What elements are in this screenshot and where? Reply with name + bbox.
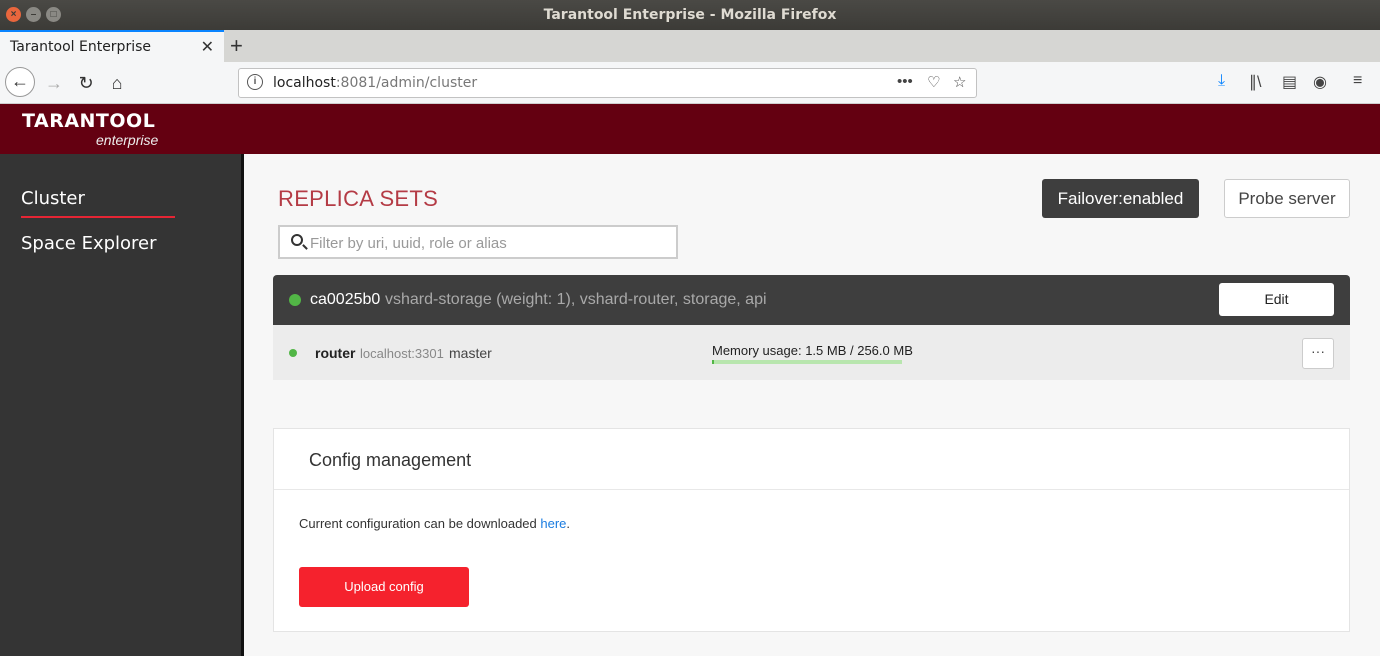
close-tab-icon[interactable]: ✕ [201,37,214,57]
memory-usage-fill [712,360,714,364]
server-more-button[interactable]: ··· [1302,338,1334,369]
downloads-icon[interactable]: ⤓ [1218,72,1225,90]
logo-sub: enterprise [96,132,159,148]
page-title: REPLICA SETS [278,186,439,211]
replica-set-header: ca0025b0 vshard-storage (weight: 1), vsh… [273,275,1350,325]
config-text-end: . [566,516,571,531]
url-path: :8081/admin/cluster [335,75,478,91]
url-bar[interactable]: i localhost:8081/admin/cluster ••• ♡ ☆ [238,68,977,98]
search-icon [291,234,303,246]
browser-tab[interactable]: Tarantool Enterprise ✕ [0,30,224,62]
config-title: Config management [309,450,472,470]
sidebar: Cluster Space Explorer [0,154,244,656]
reload-icon[interactable]: ↻ [72,69,100,97]
config-description: Current configuration can be downloaded … [299,516,570,531]
page-actions-icon[interactable]: ••• [897,73,913,90]
account-icon[interactable]: ◉ [1313,72,1327,92]
server-role: master [449,345,492,361]
menu-icon[interactable]: ≡ [1353,72,1362,90]
bookmark-star-icon[interactable]: ☆ [953,73,966,91]
tarantool-logo[interactable]: TARANTOOL enterprise [22,110,158,148]
failover-button[interactable]: Failover:enabled [1042,179,1199,218]
server-row: router localhost:3301 master Memory usag… [273,325,1350,380]
filter-input[interactable] [310,233,670,253]
server-status-icon [289,349,297,357]
edit-replica-set-button[interactable]: Edit [1219,283,1334,316]
memory-usage-bar [712,360,902,364]
pocket-icon[interactable]: ♡ [927,73,940,91]
server-uri: localhost:3301 [360,346,444,361]
window-title: Tarantool Enterprise - Mozilla Firefox [543,7,837,23]
main-content: REPLICA SETS Failover:enabled Probe serv… [244,154,1380,656]
home-icon[interactable]: ⌂ [103,69,131,97]
url-text[interactable]: localhost:8081/admin/cluster [273,75,477,91]
app-header: TARANTOOL enterprise [0,104,1380,154]
logo-name: TARANTOOL [22,110,156,132]
sidebar-item-space-explorer[interactable]: Space Explorer [21,233,157,254]
upload-config-button[interactable]: Upload config [299,567,469,607]
filter-search[interactable] [278,225,678,259]
memory-usage-label: Memory usage: 1.5 MB / 256.0 MB [712,343,913,358]
replica-set-name: ca0025b0 [310,291,381,308]
probe-server-button[interactable]: Probe server [1224,179,1350,218]
sidebar-toggle-icon[interactable]: ▤ [1282,72,1297,92]
tab-title: Tarantool Enterprise [10,39,151,55]
forward-icon[interactable]: → [40,69,68,97]
library-icon[interactable]: ∥\ [1249,72,1261,92]
window-titlebar: × – □ Tarantool Enterprise - Mozilla Fir… [0,0,1380,30]
site-info-icon[interactable]: i [247,74,263,90]
server-alias: router [315,345,356,361]
browser-navbar: ← → ↻ ⌂ i localhost:8081/admin/cluster •… [0,62,1380,104]
download-config-link[interactable]: here [540,516,566,531]
replica-set-roles: vshard-storage (weight: 1), vshard-route… [385,291,767,308]
config-text: Current configuration can be downloaded [299,516,541,531]
browser-tabstrip: Tarantool Enterprise ✕ + [0,30,1380,62]
back-icon[interactable]: ← [5,67,35,97]
new-tab-icon[interactable]: + [230,33,243,59]
config-management-card: Config management Current configuration … [273,428,1350,632]
replica-set-status-icon [289,294,301,306]
url-host: localhost [273,75,336,91]
sidebar-item-cluster[interactable]: Cluster [21,188,175,218]
config-divider [274,489,1349,490]
